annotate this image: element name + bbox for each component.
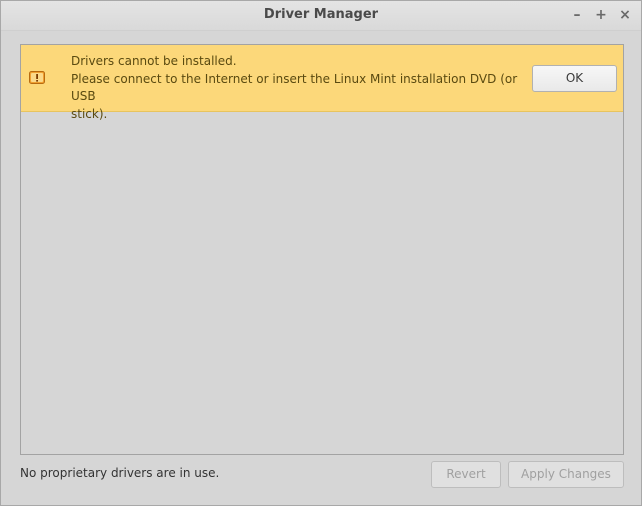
drivers-list-panel: Drivers cannot be installed. Please conn…: [20, 44, 624, 455]
info-bar: Drivers cannot be installed. Please conn…: [21, 45, 623, 121]
status-text: No proprietary drivers are in use.: [20, 466, 220, 480]
info-message-line-1: Drivers cannot be installed.: [71, 54, 237, 68]
driver-manager-window: Driver Manager – + × Drivers cannot be i…: [0, 0, 642, 506]
ok-button[interactable]: OK: [532, 65, 617, 92]
window-title: Driver Manager: [263, 7, 379, 22]
minimize-button[interactable]: –: [568, 6, 586, 24]
close-button[interactable]: ×: [616, 6, 634, 24]
info-message-line-3: stick).: [71, 106, 108, 121]
apply-changes-button[interactable]: Apply Changes: [508, 461, 624, 488]
warning-icon: [29, 71, 45, 84]
revert-button[interactable]: Revert: [431, 461, 501, 488]
maximize-button[interactable]: +: [592, 6, 610, 24]
info-message: Drivers cannot be installed. Please conn…: [71, 53, 519, 123]
info-message-line-2: Please connect to the Internet or insert…: [71, 71, 518, 104]
title-bar[interactable]: Driver Manager – + ×: [1, 1, 641, 31]
